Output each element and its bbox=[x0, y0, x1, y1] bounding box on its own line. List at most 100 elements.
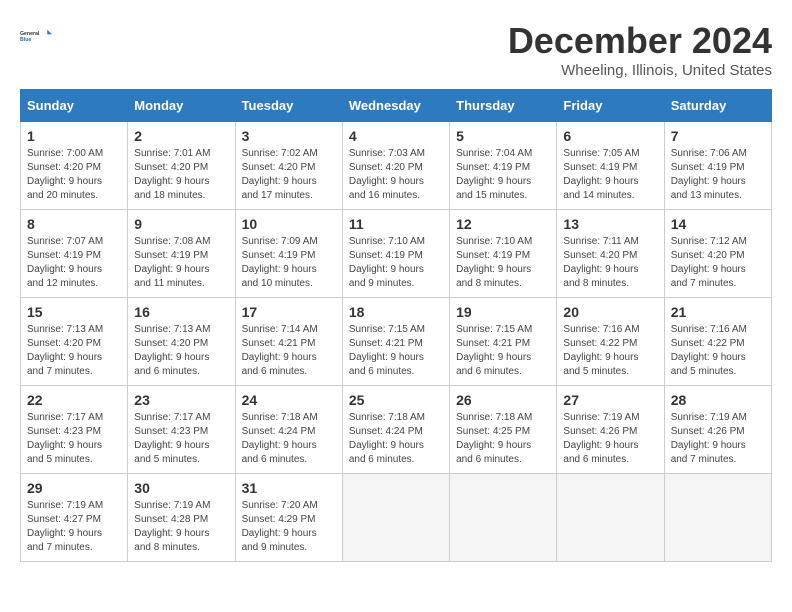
title-section: December 2024 Wheeling, Illinois, United… bbox=[508, 20, 772, 79]
day-number: 16 bbox=[134, 304, 228, 320]
logo-svg: General Blue bbox=[20, 20, 52, 52]
calendar-table: SundayMondayTuesdayWednesdayThursdayFrid… bbox=[20, 89, 772, 562]
logo: General Blue bbox=[20, 20, 52, 52]
calendar-cell: 11 Sunrise: 7:10 AMSunset: 4:19 PMDayligh… bbox=[342, 210, 449, 298]
day-info: Sunrise: 7:19 AMSunset: 4:27 PMDaylight:… bbox=[27, 499, 121, 555]
calendar-cell: 18 Sunrise: 7:15 AMSunset: 4:21 PMDayligh… bbox=[342, 298, 449, 386]
calendar-cell: 6 Sunrise: 7:05 AMSunset: 4:19 PMDaylight… bbox=[557, 122, 664, 210]
week-row-2: 8 Sunrise: 7:07 AMSunset: 4:19 PMDaylight… bbox=[21, 210, 772, 298]
day-number: 2 bbox=[134, 128, 228, 144]
day-number: 30 bbox=[134, 480, 228, 496]
day-info: Sunrise: 7:00 AMSunset: 4:20 PMDaylight:… bbox=[27, 147, 121, 203]
day-info: Sunrise: 7:20 AMSunset: 4:29 PMDaylight:… bbox=[242, 499, 336, 555]
day-info: Sunrise: 7:02 AMSunset: 4:20 PMDaylight:… bbox=[242, 147, 336, 203]
calendar-cell: 25Sunrise: 7:18 AMSunset: 4:24 PMDayligh… bbox=[342, 386, 449, 474]
header-saturday: Saturday bbox=[664, 90, 771, 122]
day-number: 27 bbox=[563, 392, 657, 408]
day-info: Sunrise: 7:10 AMSunset: 4:19 PMDaylight:… bbox=[456, 235, 550, 291]
calendar-cell: 8 Sunrise: 7:07 AMSunset: 4:19 PMDaylight… bbox=[21, 210, 128, 298]
day-number: 25 bbox=[349, 392, 443, 408]
week-row-3: 15 Sunrise: 7:13 AMSunset: 4:20 PMDayligh… bbox=[21, 298, 772, 386]
calendar-cell: 17 Sunrise: 7:14 AMSunset: 4:21 PMDayligh… bbox=[235, 298, 342, 386]
week-row-1: 1Sunrise: 7:00 AMSunset: 4:20 PMDaylight… bbox=[21, 122, 772, 210]
day-number: 24 bbox=[242, 392, 336, 408]
day-info: Sunrise: 7:17 AMSunset: 4:23 PMDaylight:… bbox=[27, 411, 121, 467]
day-number: 26 bbox=[456, 392, 550, 408]
header-friday: Friday bbox=[557, 90, 664, 122]
week-row-5: 29 Sunrise: 7:19 AMSunset: 4:27 PMDayligh… bbox=[21, 474, 772, 562]
day-number: 5 bbox=[456, 128, 550, 144]
calendar-cell: 10 Sunrise: 7:09 AMSunset: 4:19 PMDayligh… bbox=[235, 210, 342, 298]
day-number: 10 bbox=[242, 216, 336, 232]
calendar-cell: 28 Sunrise: 7:19 AMSunset: 4:26 PMDayligh… bbox=[664, 386, 771, 474]
day-number: 15 bbox=[27, 304, 121, 320]
calendar-cell: 3 Sunrise: 7:02 AMSunset: 4:20 PMDaylight… bbox=[235, 122, 342, 210]
calendar-cell bbox=[664, 474, 771, 562]
day-info: Sunrise: 7:05 AMSunset: 4:19 PMDaylight:… bbox=[563, 147, 657, 203]
day-number: 12 bbox=[456, 216, 550, 232]
calendar-cell: 27Sunrise: 7:19 AMSunset: 4:26 PMDayligh… bbox=[557, 386, 664, 474]
day-info: Sunrise: 7:03 AMSunset: 4:20 PMDaylight:… bbox=[349, 147, 443, 203]
day-number: 22 bbox=[27, 392, 121, 408]
header-row: SundayMondayTuesdayWednesdayThursdayFrid… bbox=[21, 90, 772, 122]
day-number: 7 bbox=[671, 128, 765, 144]
calendar-cell bbox=[557, 474, 664, 562]
header-tuesday: Tuesday bbox=[235, 90, 342, 122]
day-info: Sunrise: 7:07 AMSunset: 4:19 PMDaylight:… bbox=[27, 235, 121, 291]
calendar-cell: 26Sunrise: 7:18 AMSunset: 4:25 PMDayligh… bbox=[450, 386, 557, 474]
day-info: Sunrise: 7:16 AMSunset: 4:22 PMDaylight:… bbox=[671, 323, 765, 379]
day-number: 13 bbox=[563, 216, 657, 232]
day-info: Sunrise: 7:06 AMSunset: 4:19 PMDaylight:… bbox=[671, 147, 765, 203]
header-monday: Monday bbox=[128, 90, 235, 122]
day-number: 19 bbox=[456, 304, 550, 320]
calendar-header: SundayMondayTuesdayWednesdayThursdayFrid… bbox=[21, 90, 772, 122]
page-header: General Blue December 2024 Wheeling, Ill… bbox=[20, 20, 772, 79]
day-info: Sunrise: 7:01 AMSunset: 4:20 PMDaylight:… bbox=[134, 147, 228, 203]
svg-text:Blue: Blue bbox=[20, 37, 31, 43]
day-info: Sunrise: 7:17 AMSunset: 4:23 PMDaylight:… bbox=[134, 411, 228, 467]
calendar-cell: 7 Sunrise: 7:06 AMSunset: 4:19 PMDaylight… bbox=[664, 122, 771, 210]
calendar-cell: 23 Sunrise: 7:17 AMSunset: 4:23 PMDayligh… bbox=[128, 386, 235, 474]
day-number: 20 bbox=[563, 304, 657, 320]
day-info: Sunrise: 7:15 AMSunset: 4:21 PMDaylight:… bbox=[349, 323, 443, 379]
calendar-cell bbox=[450, 474, 557, 562]
calendar-cell: 12 Sunrise: 7:10 AMSunset: 4:19 PMDayligh… bbox=[450, 210, 557, 298]
day-number: 4 bbox=[349, 128, 443, 144]
day-info: Sunrise: 7:14 AMSunset: 4:21 PMDaylight:… bbox=[242, 323, 336, 379]
day-info: Sunrise: 7:19 AMSunset: 4:28 PMDaylight:… bbox=[134, 499, 228, 555]
header-thursday: Thursday bbox=[450, 90, 557, 122]
header-sunday: Sunday bbox=[21, 90, 128, 122]
calendar-cell: 9Sunrise: 7:08 AMSunset: 4:19 PMDaylight… bbox=[128, 210, 235, 298]
week-row-4: 22 Sunrise: 7:17 AMSunset: 4:23 PMDayligh… bbox=[21, 386, 772, 474]
day-info: Sunrise: 7:08 AMSunset: 4:19 PMDaylight:… bbox=[134, 235, 228, 291]
day-number: 11 bbox=[349, 216, 443, 232]
page-subtitle: Wheeling, Illinois, United States bbox=[508, 62, 772, 79]
day-number: 18 bbox=[349, 304, 443, 320]
day-number: 8 bbox=[27, 216, 121, 232]
day-info: Sunrise: 7:16 AMSunset: 4:22 PMDaylight:… bbox=[563, 323, 657, 379]
day-number: 28 bbox=[671, 392, 765, 408]
day-info: Sunrise: 7:12 AMSunset: 4:20 PMDaylight:… bbox=[671, 235, 765, 291]
calendar-cell: 2 Sunrise: 7:01 AMSunset: 4:20 PMDaylight… bbox=[128, 122, 235, 210]
calendar-cell: 21Sunrise: 7:16 AMSunset: 4:22 PMDayligh… bbox=[664, 298, 771, 386]
day-number: 6 bbox=[563, 128, 657, 144]
day-number: 29 bbox=[27, 480, 121, 496]
day-info: Sunrise: 7:19 AMSunset: 4:26 PMDaylight:… bbox=[671, 411, 765, 467]
day-info: Sunrise: 7:15 AMSunset: 4:21 PMDaylight:… bbox=[456, 323, 550, 379]
calendar-cell: 19 Sunrise: 7:15 AMSunset: 4:21 PMDayligh… bbox=[450, 298, 557, 386]
calendar-cell: 22 Sunrise: 7:17 AMSunset: 4:23 PMDayligh… bbox=[21, 386, 128, 474]
calendar-body: 1Sunrise: 7:00 AMSunset: 4:20 PMDaylight… bbox=[21, 122, 772, 562]
day-info: Sunrise: 7:13 AMSunset: 4:20 PMDaylight:… bbox=[27, 323, 121, 379]
day-number: 17 bbox=[242, 304, 336, 320]
day-info: Sunrise: 7:10 AMSunset: 4:19 PMDaylight:… bbox=[349, 235, 443, 291]
calendar-cell: 20 Sunrise: 7:16 AMSunset: 4:22 PMDayligh… bbox=[557, 298, 664, 386]
calendar-cell: 31Sunrise: 7:20 AMSunset: 4:29 PMDayligh… bbox=[235, 474, 342, 562]
day-info: Sunrise: 7:04 AMSunset: 4:19 PMDaylight:… bbox=[456, 147, 550, 203]
calendar-cell: 5 Sunrise: 7:04 AMSunset: 4:19 PMDaylight… bbox=[450, 122, 557, 210]
day-number: 3 bbox=[242, 128, 336, 144]
day-number: 23 bbox=[134, 392, 228, 408]
page-title: December 2024 bbox=[508, 20, 772, 62]
calendar-cell: 16Sunrise: 7:13 AMSunset: 4:20 PMDayligh… bbox=[128, 298, 235, 386]
calendar-cell: 4 Sunrise: 7:03 AMSunset: 4:20 PMDaylight… bbox=[342, 122, 449, 210]
day-info: Sunrise: 7:09 AMSunset: 4:19 PMDaylight:… bbox=[242, 235, 336, 291]
